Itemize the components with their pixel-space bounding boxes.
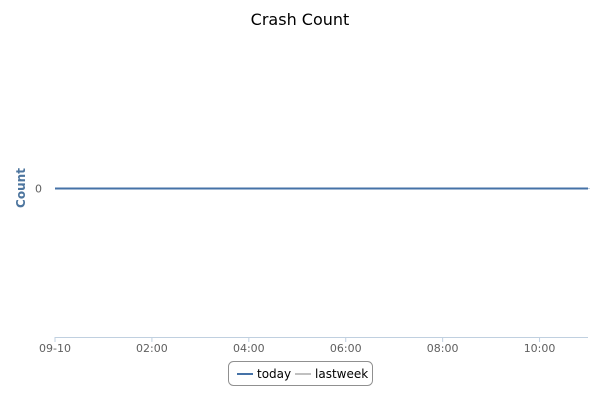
x-tick-label: 02:00 xyxy=(136,342,168,355)
x-tick-label: 06:00 xyxy=(330,342,362,355)
x-tick-label: 04:00 xyxy=(233,342,265,355)
x-tick-label: 09-10 xyxy=(39,342,71,355)
legend[interactable]: today lastweek xyxy=(228,361,373,386)
crash-count-chart: Crash Count Count 0 09-10 02:00 04:00 06:00… xyxy=(14,10,590,386)
x-tick-label: 08:00 xyxy=(427,342,459,355)
y-axis-label: Count xyxy=(14,168,28,208)
x-tick-label: 10:00 xyxy=(524,342,556,355)
x-axis-ticks: 09-10 02:00 04:00 06:00 08:00 10:00 xyxy=(39,337,555,355)
chart-title: Crash Count xyxy=(251,10,350,29)
legend-label: lastweek xyxy=(315,367,368,381)
y-tick-label: 0 xyxy=(35,183,42,196)
legend-label: today xyxy=(257,367,291,381)
